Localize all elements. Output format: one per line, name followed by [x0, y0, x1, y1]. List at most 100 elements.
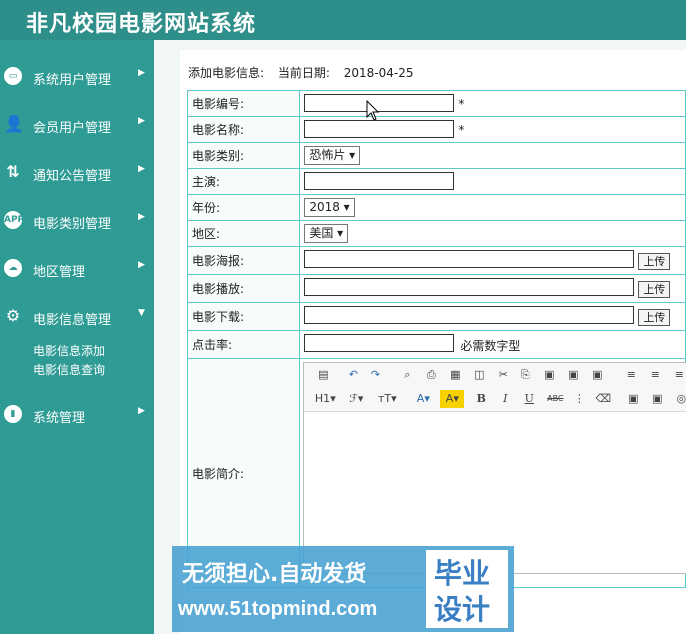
field-label: 主演: — [186, 168, 301, 195]
align-center-icon[interactable]: ≡ — [646, 366, 664, 384]
field-label: 点击率: — [186, 330, 301, 359]
sidebar-item-member-users[interactable]: 👤 会员用户管理 ▶ — [0, 103, 154, 143]
font-family-dropdown[interactable]: ℱ▾ — [344, 390, 368, 408]
app-icon: APP — [4, 211, 24, 229]
chevron-right-icon: ▶ — [138, 406, 145, 416]
poster-input[interactable] — [304, 250, 635, 268]
clicks-input[interactable] — [304, 334, 455, 352]
font-size-dropdown[interactable]: тT▾ — [374, 390, 400, 408]
redo-icon[interactable]: ↷ — [366, 366, 384, 384]
sidebar-subitem-query-movie[interactable]: 电影信息查询 — [33, 361, 105, 378]
sidebar: ▭ 系统用户管理 ▶ 👤 会员用户管理 ▶ ⇅ 通知公告管理 ▶ APP 电影类… — [0, 40, 154, 634]
sidebar-item-movie-categories[interactable]: APP 电影类别管理 ▶ — [0, 199, 154, 239]
year-select[interactable]: 2018 ▾ — [304, 198, 355, 217]
paste-icon[interactable]: ▣ — [540, 366, 558, 384]
form-row-category: 电影类别: 恐怖片 ▾ — [186, 142, 686, 169]
field-label: 电影播放: — [186, 274, 301, 303]
app-header: 非凡校园电影网站系统 — [0, 0, 686, 40]
bold-button[interactable]: B — [472, 390, 490, 408]
chevron-right-icon: ▶ — [138, 116, 145, 126]
cloud-icon: ☁ — [4, 259, 22, 277]
sidebar-item-movie-info[interactable]: ⚙ 电影信息管理 ▼ — [0, 295, 154, 335]
rich-text-editor[interactable]: ▤ ↶ ↷ ⌕ ⎙ ▦ ◫ ✂ ⎘ ▣ ▣ ▣ ≡ ≡ ≡ H1▾ ℱ▾ тT▾… — [303, 362, 686, 574]
code-icon[interactable]: ◫ — [470, 366, 488, 384]
sidebar-item-label: 系统管理 — [33, 411, 86, 426]
insert-media-icon[interactable]: ▣ — [648, 390, 666, 408]
sort-arrows-icon: ⇅ — [6, 162, 20, 181]
sidebar-item-label: 电影类别管理 — [33, 217, 112, 232]
sidebar-item-label: 会员用户管理 — [33, 121, 112, 136]
more-icon[interactable]: ◎ — [672, 390, 686, 408]
upload-play-button[interactable]: 上传 — [638, 281, 671, 298]
form-row-region: 地区: 美国 ▾ — [186, 220, 686, 247]
download-input[interactable] — [304, 306, 635, 324]
watermark-badge: 毕业 设计 — [426, 550, 508, 628]
line-height-icon[interactable]: ⋮ — [570, 390, 588, 408]
page-heading: 添加电影信息: 当前日期: 2018-04-25 — [188, 64, 424, 81]
star-input[interactable] — [304, 172, 455, 190]
source-icon[interactable]: ▤ — [314, 366, 332, 384]
italic-button[interactable]: I — [496, 390, 514, 408]
paste-text-icon[interactable]: ▣ — [564, 366, 582, 384]
sidebar-item-label: 通知公告管理 — [33, 169, 112, 184]
user-gear-icon: 👤 — [4, 114, 24, 133]
play-input[interactable] — [304, 278, 635, 296]
field-label: 电影类别: — [186, 142, 301, 169]
chevron-right-icon: ▶ — [138, 212, 145, 222]
field-label: 电影名称: — [186, 116, 301, 143]
align-left-icon[interactable]: ≡ — [622, 366, 640, 384]
copy-icon[interactable]: ⎘ — [516, 366, 534, 384]
form-row-clicks: 点击率: 必需数字型 — [186, 330, 686, 359]
region-select[interactable]: 美国 ▾ — [304, 224, 349, 243]
undo-icon[interactable]: ↶ — [344, 366, 362, 384]
editor-toolbar-bottom: H1▾ ℱ▾ тT▾ A▾ A▾ B I U ABC ⋮ ⌫ ▣ ▣ ◎ — [304, 387, 686, 412]
form-row-year: 年份: 2018 ▾ — [186, 194, 686, 221]
settings-icon: ⚙ — [5, 306, 21, 325]
form-row-name: 电影名称: * — [186, 116, 686, 143]
chevron-right-icon: ▶ — [138, 260, 145, 270]
heading-dropdown[interactable]: H1▾ — [312, 390, 338, 408]
underline-button[interactable]: U — [520, 390, 538, 408]
date-value: 2018-04-25 — [343, 66, 414, 80]
movie-form: 电影编号: * 电影名称: * 电影类别: 恐怖片 ▾ 主演: 年份: 2018… — [186, 90, 686, 588]
upload-download-button[interactable]: 上传 — [638, 309, 671, 326]
watermark-url: www.51topmind.com — [178, 598, 378, 620]
highlight-color-dropdown[interactable]: A▾ — [440, 390, 465, 408]
page-title: 添加电影信息: — [188, 66, 265, 80]
category-select[interactable]: 恐怖片 ▾ — [304, 146, 361, 165]
field-label: 地区: — [186, 220, 301, 247]
align-right-icon[interactable]: ≡ — [670, 366, 686, 384]
monitor-icon: ▭ — [4, 67, 22, 85]
field-label: 年份: — [186, 194, 301, 221]
font-color-dropdown[interactable]: A▾ — [412, 390, 434, 408]
bar-chart-icon: ▮ — [4, 405, 22, 423]
eraser-icon[interactable]: ⌫ — [594, 390, 612, 408]
required-mark: * — [458, 123, 465, 137]
preview-icon[interactable]: ⌕ — [398, 366, 416, 384]
chevron-down-icon: ▼ — [138, 308, 145, 318]
print-icon[interactable]: ⎙ — [422, 366, 440, 384]
sidebar-item-system-users[interactable]: ▭ 系统用户管理 ▶ — [0, 55, 154, 95]
mouse-cursor-icon — [366, 100, 380, 121]
watermark-banner: 无须担心.自动发货 www.51topmind.com 毕业 设计 — [172, 546, 514, 632]
insert-image-icon[interactable]: ▣ — [624, 390, 642, 408]
sidebar-item-system[interactable]: ▮ 系统管理 ▶ — [0, 393, 154, 433]
chevron-right-icon: ▶ — [138, 68, 145, 78]
form-row-id: 电影编号: * — [186, 90, 686, 117]
template-icon[interactable]: ▦ — [446, 366, 464, 384]
sidebar-subitem-add-movie[interactable]: 电影信息添加 — [33, 342, 105, 359]
sidebar-item-label: 地区管理 — [33, 265, 86, 280]
clicks-hint: 必需数字型 — [460, 339, 521, 353]
chevron-right-icon: ▶ — [138, 164, 145, 174]
field-label: 电影海报: — [186, 246, 301, 275]
sidebar-item-regions[interactable]: ☁ 地区管理 ▶ — [0, 247, 154, 287]
paste-word-icon[interactable]: ▣ — [588, 366, 606, 384]
cut-icon[interactable]: ✂ — [494, 366, 512, 384]
sidebar-item-label: 系统用户管理 — [33, 73, 112, 88]
strikethrough-button[interactable]: ABC — [544, 390, 566, 408]
sidebar-item-notices[interactable]: ⇅ 通知公告管理 ▶ — [0, 151, 154, 191]
upload-poster-button[interactable]: 上传 — [638, 253, 671, 270]
form-row-poster: 电影海报: 上传 — [186, 246, 686, 275]
app-title: 非凡校园电影网站系统 — [26, 11, 257, 37]
date-label: 当前日期: — [277, 66, 330, 80]
